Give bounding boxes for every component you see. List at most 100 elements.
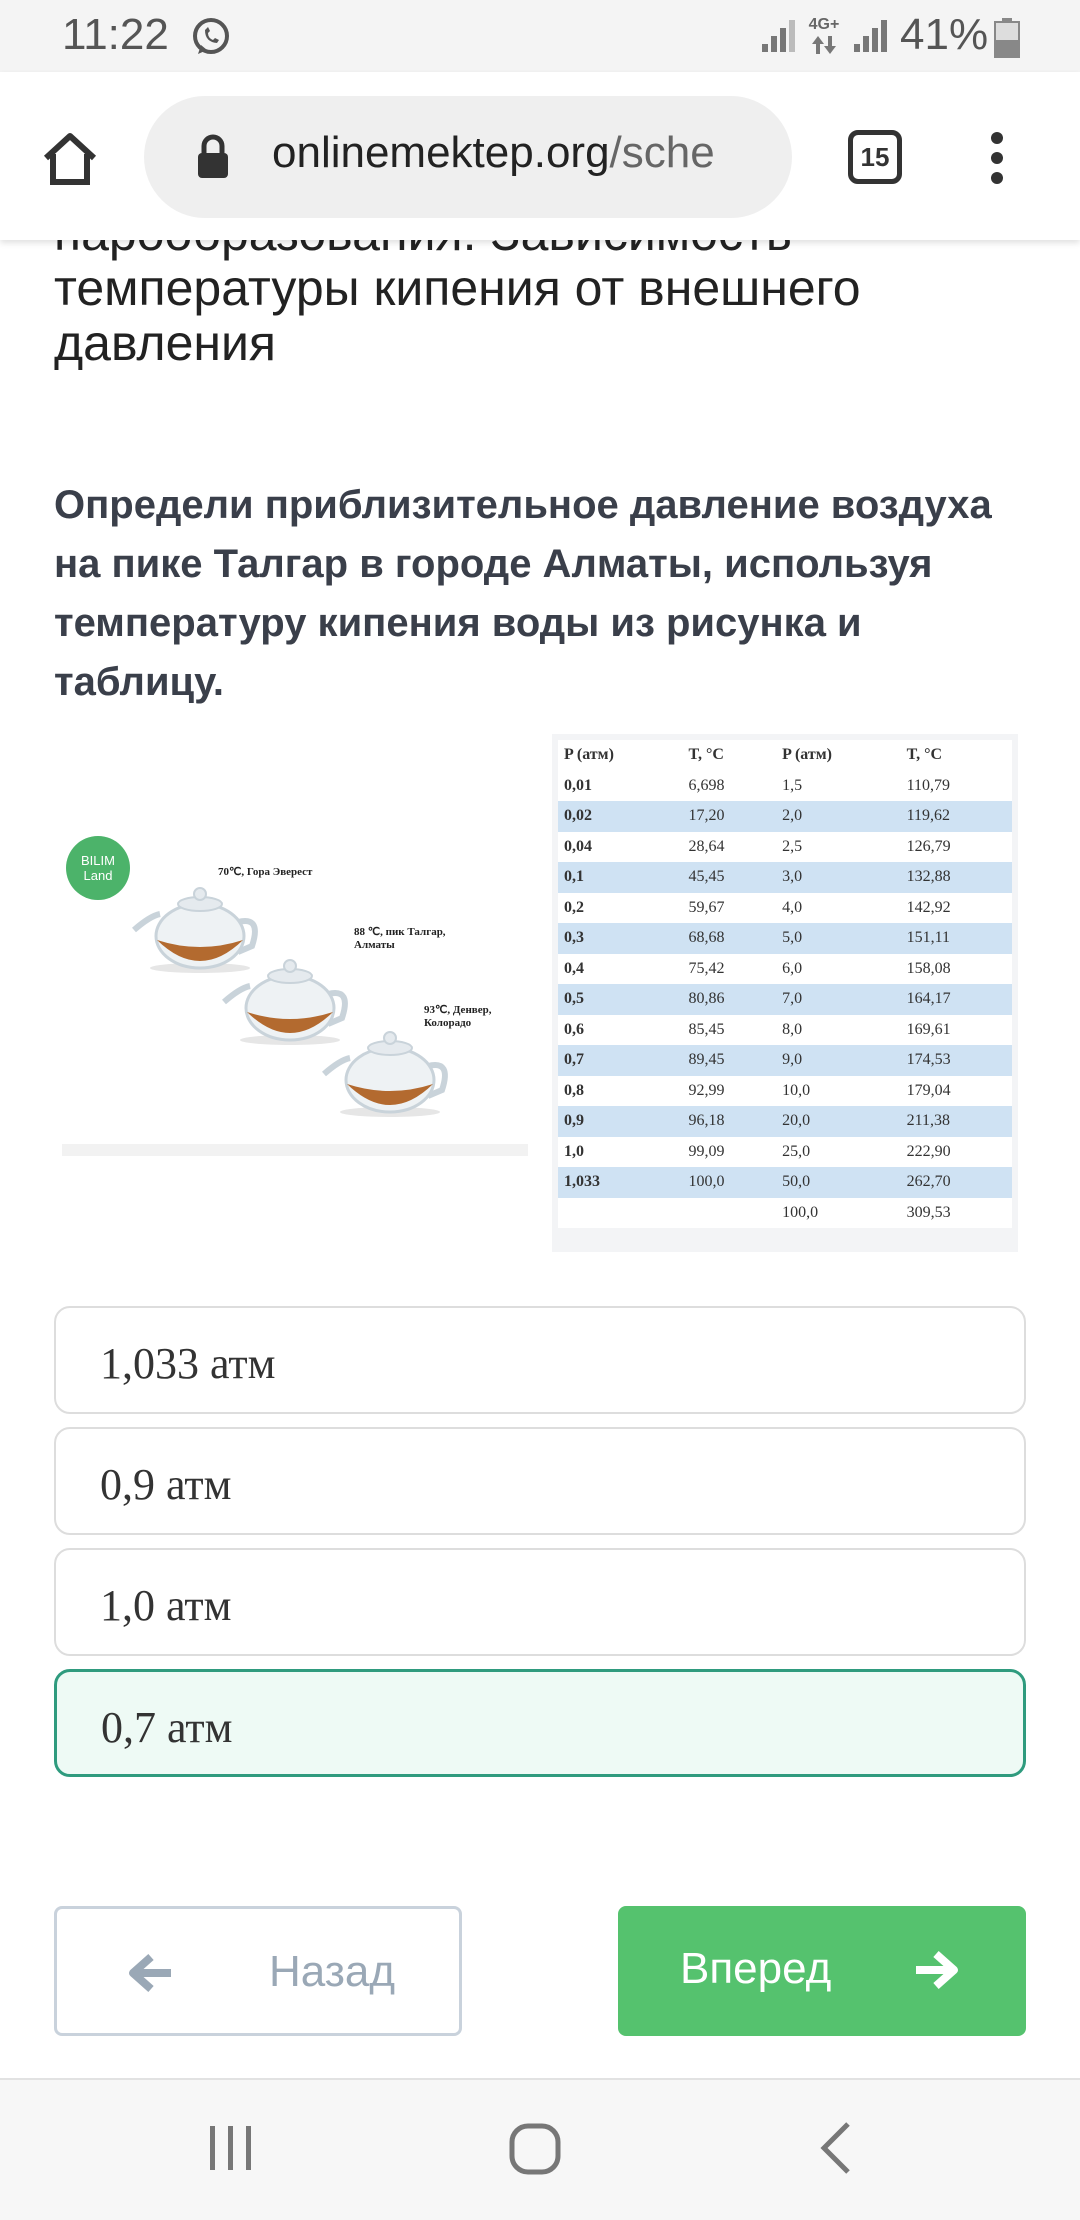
pt-table: P (атм) T, °C P (атм) T, °C 0,01 6,698 1,5…: [558, 740, 1012, 1228]
url-host: onlinemektep.org: [272, 128, 610, 177]
table-cell: 28,64: [682, 831, 777, 862]
table-cell: 92,99: [682, 1075, 777, 1106]
table-cell: 0,2: [558, 892, 683, 923]
table-row: 0,02 17,20 2,0 119,62: [558, 801, 1012, 832]
table-cell: 80,86: [682, 984, 777, 1015]
signal-strength-icon-2: [854, 20, 887, 52]
table-cell: 119,62: [900, 801, 1012, 832]
figure-divider: [62, 1144, 528, 1156]
table-cell: 7,0: [776, 984, 901, 1015]
table-cell: 0,04: [558, 831, 683, 862]
answer-option-label: 0,7 атм: [101, 1703, 233, 1752]
table-cell: [682, 1197, 777, 1228]
status-time: 11:22: [62, 10, 169, 59]
lock-icon: [198, 134, 228, 178]
arrow-right-icon: [916, 1951, 958, 1989]
table-cell: 0,4: [558, 953, 683, 984]
table-row: 0,8 92,99 10,0 179,04: [558, 1075, 1012, 1106]
kettle-caption-everest: 70℃, Гора Эверест: [218, 866, 313, 878]
table-cell: 169,61: [900, 1014, 1012, 1045]
status-bar: 11:22 4G+ 41%: [0, 0, 1080, 72]
table-row: 0,2 59,67 4,0 142,92: [558, 892, 1012, 923]
table-cell: 9,0: [776, 1045, 901, 1076]
table-cell: 59,67: [682, 892, 777, 923]
kettle-caption-denver: 93℃, Денвер, Колорадо: [424, 1004, 492, 1029]
answer-option-1[interactable]: 1,033 атм: [54, 1306, 1026, 1414]
kettles-illustration: BILIM Land 70℃, Гора Эверест 88 ℃, пик Т…: [62, 820, 528, 1160]
table-cell: 132,88: [900, 862, 1012, 893]
table-cell: 0,6: [558, 1014, 683, 1045]
answer-option-2[interactable]: 0,9 атм: [54, 1427, 1026, 1535]
table-cell: 3,0: [776, 862, 901, 893]
network-type-label: 4G+: [808, 16, 840, 33]
answer-option-3[interactable]: 1,0 атм: [54, 1548, 1026, 1656]
table-row: 0,04 28,64 2,5 126,79: [558, 831, 1012, 862]
signal-strength-icon: [762, 20, 795, 52]
table-row: 1,033 100,0 50,0 262,70: [558, 1167, 1012, 1198]
table-cell: 110,79: [900, 770, 1012, 801]
table-cell: 262,70: [900, 1167, 1012, 1198]
home-icon[interactable]: [40, 128, 100, 188]
table-cell: 0,3: [558, 923, 683, 954]
table-cell: 6,0: [776, 953, 901, 984]
table-cell: 5,0: [776, 923, 901, 954]
answer-option-label: 1,033 атм: [100, 1339, 276, 1388]
column-header: P (атм): [776, 740, 901, 771]
bilimland-logo: BILIM Land: [66, 836, 130, 900]
table-row: 1,0 99,09 25,0 222,90: [558, 1136, 1012, 1167]
table-cell: 0,1: [558, 862, 683, 893]
answer-option-label: 1,0 атм: [100, 1581, 232, 1630]
next-button[interactable]: Вперед: [618, 1906, 1026, 2036]
back-button[interactable]: Назад: [54, 1906, 462, 2036]
answer-option-4-selected[interactable]: 0,7 атм: [54, 1669, 1026, 1777]
next-button-label: Вперед: [680, 1944, 832, 1993]
table-row: 0,9 96,18 20,0 211,38: [558, 1106, 1012, 1137]
table-row: 0,7 89,45 9,0 174,53: [558, 1045, 1012, 1076]
more-options-icon[interactable]: [982, 128, 1012, 188]
table-cell: [558, 1197, 683, 1228]
table-cell: 100,0: [776, 1197, 901, 1228]
pressure-temperature-table: P (атм) T, °C P (атм) T, °C 0,01 6,698 1,5…: [552, 734, 1018, 1252]
battery-percentage: 41%: [900, 10, 989, 59]
table-cell: 174,53: [900, 1045, 1012, 1076]
table-cell: 0,5: [558, 984, 683, 1015]
url-path: /sche: [609, 128, 715, 177]
table-cell: 0,9: [558, 1106, 683, 1137]
column-header: T, °C: [900, 740, 1012, 771]
table-cell: 6,698: [682, 770, 777, 801]
table-cell: 75,42: [682, 953, 777, 984]
table-cell: 4,0: [776, 892, 901, 923]
table-cell: 151,11: [900, 923, 1012, 954]
table-header-row: P (атм) T, °C P (атм) T, °C: [558, 740, 1012, 771]
recent-apps-icon[interactable]: [206, 2124, 256, 2172]
address-bar[interactable]: onlinemektep.org/sche: [144, 96, 792, 218]
lesson-title-line-3: давления: [54, 315, 276, 371]
table-cell: 99,09: [682, 1136, 777, 1167]
tab-switcher-button[interactable]: 15: [848, 130, 902, 184]
answer-option-label: 0,9 атм: [100, 1460, 232, 1509]
table-cell: 0,7: [558, 1045, 683, 1076]
url-text: onlinemektep.org/sche: [272, 128, 715, 178]
table-cell: 0,02: [558, 801, 683, 832]
kettle-caption-talgar: 88 ℃, пик Талгар, Алматы: [354, 926, 446, 951]
table-cell: 20,0: [776, 1106, 901, 1137]
table-cell: 2,5: [776, 831, 901, 862]
table-cell: 45,45: [682, 862, 777, 893]
table-cell: 50,0: [776, 1167, 901, 1198]
table-cell: 142,92: [900, 892, 1012, 923]
network-type-indicator: 4G+: [804, 16, 844, 56]
table-cell: 100,0: [682, 1167, 777, 1198]
whatsapp-icon: [193, 18, 229, 54]
table-cell: 211,38: [900, 1106, 1012, 1137]
table-cell: 0,8: [558, 1075, 683, 1106]
android-home-icon[interactable]: [508, 2122, 562, 2176]
table-cell: 68,68: [682, 923, 777, 954]
table-cell: 164,17: [900, 984, 1012, 1015]
arrow-left-icon: [129, 1954, 171, 1992]
table-cell: 89,45: [682, 1045, 777, 1076]
table-cell: 8,0: [776, 1014, 901, 1045]
table-cell: 2,0: [776, 801, 901, 832]
android-back-icon[interactable]: [816, 2120, 856, 2176]
data-transfer-icon: [812, 36, 836, 54]
table-body: 0,01 6,698 1,5 110,79 0,02 17,20 2,0 119,62 0,04…: [558, 770, 1012, 1228]
